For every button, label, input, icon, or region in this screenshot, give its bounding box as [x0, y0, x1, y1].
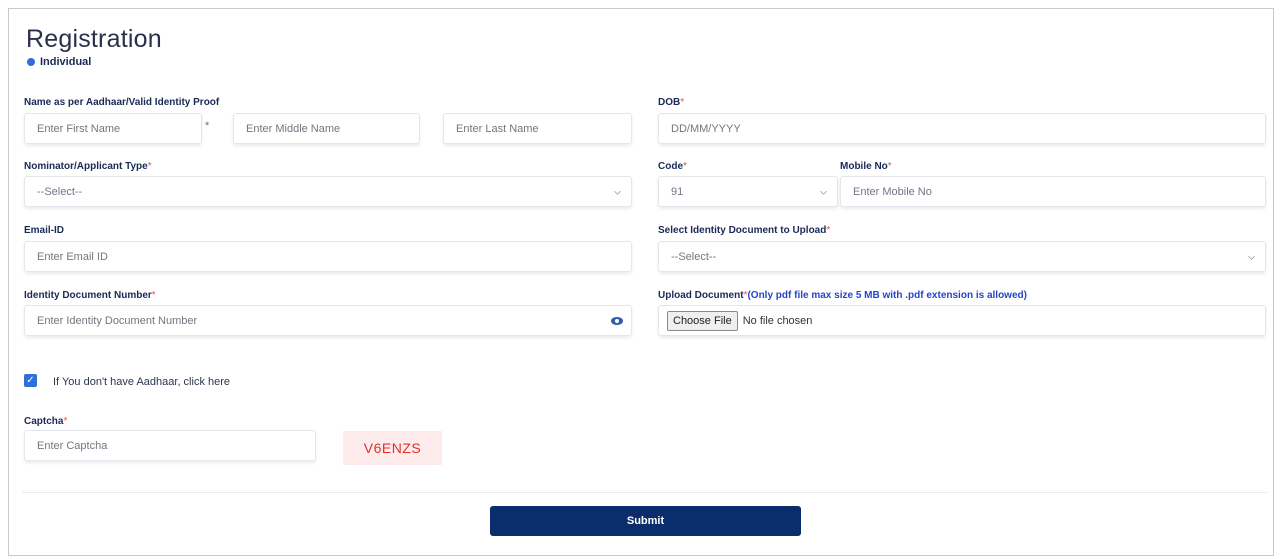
chevron-down-icon: ⌵ — [1248, 251, 1255, 261]
captcha-input[interactable]: Enter Captcha — [24, 430, 316, 461]
file-status: No file chosen — [742, 314, 813, 327]
chevron-down-icon: ⌵ — [614, 186, 621, 196]
mobile-label: Mobile No* — [840, 161, 892, 172]
first-name-input[interactable]: Enter First Name — [24, 113, 202, 144]
email-label: Email-ID — [24, 225, 65, 236]
upload-document-input[interactable]: Choose File No file chosen — [658, 305, 1266, 336]
no-aadhaar-label[interactable]: If You don't have Aadhaar, click here — [53, 376, 230, 388]
id-doc-type-select[interactable]: --Select-- ⌵ — [658, 241, 1266, 272]
choose-file-button[interactable]: Choose File — [667, 310, 738, 331]
page-title: Registration — [26, 25, 162, 53]
nominator-type-label: Nominator/Applicant Type* — [24, 161, 152, 172]
registration-panel — [8, 8, 1274, 556]
name-label: Name as per Aadhaar/Valid Identity Proof — [24, 97, 220, 108]
email-input[interactable]: Enter Email ID — [24, 241, 632, 272]
id-doc-select-label: Select Identity Document to Upload* — [658, 225, 831, 236]
divider — [22, 492, 1267, 493]
code-label: Code* — [658, 161, 687, 172]
captcha-label: Captcha* — [24, 416, 68, 427]
middle-name-input[interactable]: Enter Middle Name — [233, 113, 420, 144]
nominator-type-select[interactable]: --Select-- ⌵ — [24, 176, 632, 207]
submit-button[interactable]: Submit — [490, 506, 801, 536]
mobile-input[interactable]: Enter Mobile No — [840, 176, 1266, 207]
eye-icon[interactable] — [611, 316, 623, 325]
chevron-down-icon: ⌵ — [820, 186, 827, 196]
radio-individual[interactable] — [27, 58, 35, 66]
country-code-select[interactable]: 91 ⌵ — [658, 176, 838, 207]
dob-input[interactable]: DD/MM/YYYY — [658, 113, 1266, 144]
captcha-code: V6ENZS — [343, 431, 442, 465]
last-name-input[interactable]: Enter Last Name — [443, 113, 632, 144]
id-doc-number-input[interactable]: Enter Identity Document Number — [24, 305, 632, 336]
upload-document-label: Upload Document*(Only pdf file max size … — [658, 290, 1027, 301]
first-name-required-mark: * — [205, 120, 210, 132]
id-doc-number-label: Identity Document Number* — [24, 290, 156, 301]
applicant-kind-radio-group[interactable]: Individual — [27, 56, 91, 68]
upload-hint: (Only pdf file max size 5 MB with .pdf e… — [747, 290, 1027, 301]
no-aadhaar-checkbox[interactable]: ✓ — [24, 374, 37, 387]
check-icon: ✓ — [26, 374, 35, 386]
radio-individual-label: Individual — [40, 56, 92, 68]
dob-label: DOB* — [658, 97, 685, 108]
